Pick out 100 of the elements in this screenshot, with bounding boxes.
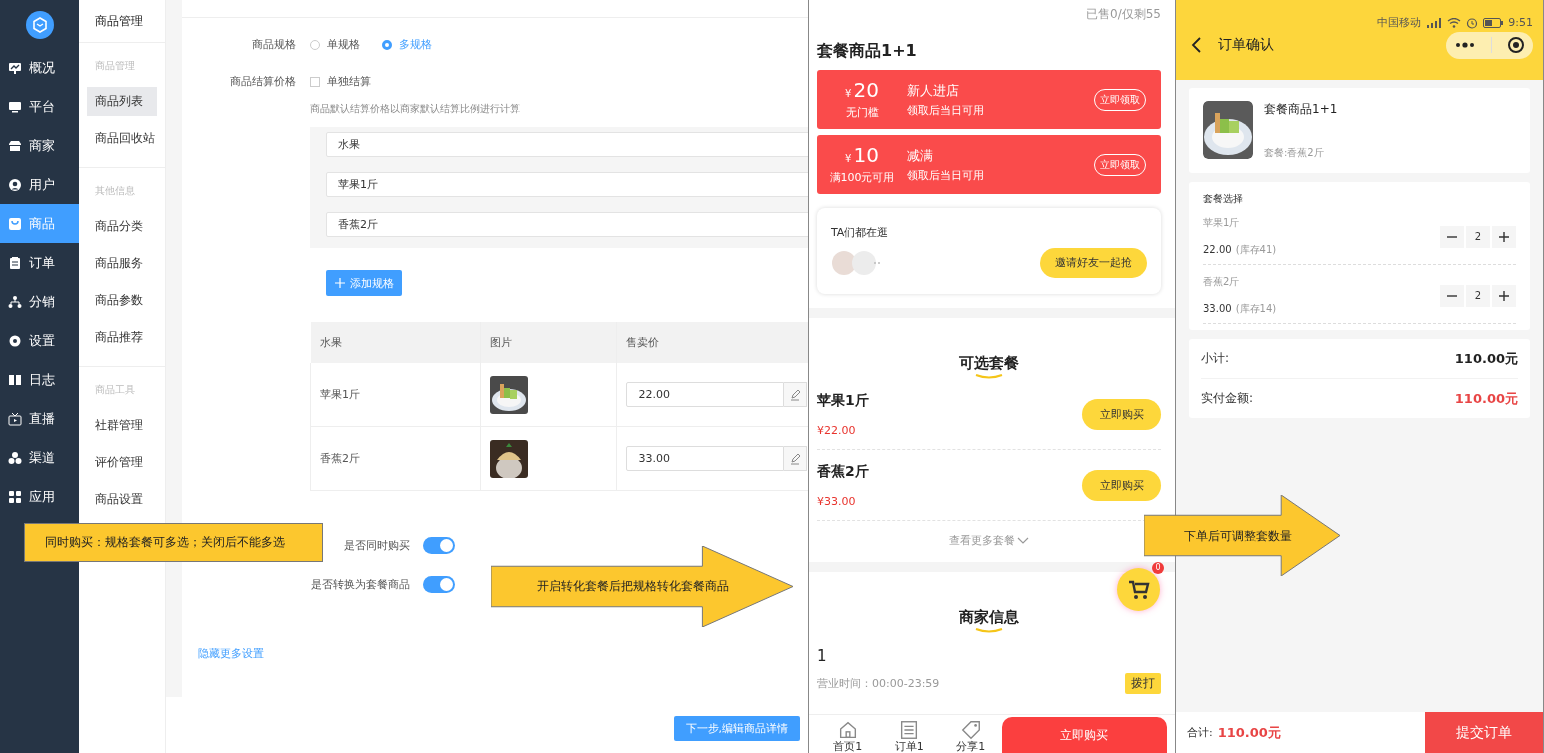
callout-note: 同时购买：规格套餐可多选；关闭后不能多选	[24, 523, 323, 562]
plus-icon	[1499, 290, 1509, 301]
plus-icon	[1499, 231, 1509, 242]
item-name: 香蕉2斤	[1203, 275, 1241, 289]
chart-icon	[8, 60, 22, 75]
tab-item[interactable]: 订单1	[878, 719, 941, 753]
browsing-title: TA们都在逛	[831, 224, 890, 240]
edit-button[interactable]	[783, 446, 807, 471]
column-header: 图片	[489, 336, 512, 349]
invite-button[interactable]: 邀请好友一起抢	[1040, 247, 1147, 278]
call-button[interactable]: 拨打	[1125, 673, 1161, 694]
settings-icon	[8, 333, 22, 348]
signal-icon	[1426, 17, 1443, 28]
clipboard-icon	[8, 255, 22, 270]
product-name: 套餐商品1+1	[1264, 101, 1338, 118]
plus-button[interactable]	[1492, 284, 1516, 307]
tag-icon	[959, 719, 982, 741]
coupon-amount: ¥20	[845, 79, 879, 104]
summary-label: 实付金额:	[1201, 390, 1254, 407]
spec-input[interactable]: 水果	[326, 132, 808, 157]
underline-mark	[974, 627, 1004, 633]
coupon-note: 领取后当日可用	[907, 167, 985, 183]
chevron-down-icon	[1017, 536, 1029, 545]
subnav-item[interactable]: 商品设置	[87, 485, 157, 514]
checkbox[interactable]: 单独结算	[310, 74, 371, 89]
minus-button[interactable]	[1440, 284, 1464, 307]
summary-label: 小计:	[1201, 350, 1230, 367]
sidebar-item[interactable]: 应用	[0, 477, 79, 516]
section-title: 商家信息	[959, 608, 1019, 627]
subnav-item[interactable]: 商品回收站	[87, 124, 157, 153]
sidebar-item[interactable]: 平台	[0, 87, 79, 126]
merchant-name: 1	[817, 647, 828, 665]
subnav-item[interactable]: 商品列表	[87, 87, 157, 116]
package-name: 苹果1斤	[817, 391, 869, 410]
sold-count: 已售0/仅剩55	[1086, 6, 1161, 23]
subnav-item[interactable]: 商品参数	[87, 286, 157, 315]
sidebar-item[interactable]: 商家	[0, 126, 79, 165]
table-cell: 苹果1斤	[320, 388, 360, 401]
spec-input[interactable]: 香蕉2斤	[326, 212, 808, 237]
more-icon[interactable]	[1453, 41, 1476, 49]
toggle-switch[interactable]	[423, 576, 455, 593]
sidebar-item[interactable]: 概况	[0, 48, 79, 87]
minus-button[interactable]	[1440, 225, 1464, 248]
section-title: 可选套餐	[959, 354, 1019, 373]
package-name: 香蕉2斤	[817, 462, 869, 481]
toggle-label: 是否同时购买	[344, 538, 410, 553]
business-hours: 营业时间：00:00-23:59	[817, 676, 940, 691]
table-cell: 香蕉2斤	[320, 452, 360, 465]
quantity-value: 2	[1466, 284, 1490, 307]
underline-mark	[974, 373, 1004, 379]
subnav-item[interactable]: 评价管理	[87, 448, 157, 477]
radio-option[interactable]: 单规格	[310, 37, 360, 52]
callout-text: 开启转化套餐后把规格转化套餐商品	[537, 578, 729, 595]
column-header: 售卖价	[625, 336, 659, 349]
package-price: ¥33.00	[817, 494, 857, 508]
price-input[interactable]: 22.00	[625, 382, 784, 407]
item-price: 33.00	[1203, 303, 1232, 314]
buy-now-button[interactable]: 立即购买	[1082, 398, 1161, 430]
edit-icon	[788, 388, 801, 401]
plus-icon	[334, 278, 345, 288]
network-icon	[8, 294, 22, 309]
sidebar-item[interactable]: 渠道	[0, 438, 79, 477]
tv-icon	[8, 411, 22, 426]
price-input[interactable]: 33.00	[625, 446, 784, 471]
page-title: 订单确认	[1218, 36, 1274, 54]
subnav-item[interactable]: 社群管理	[87, 411, 157, 440]
cart-icon	[1127, 579, 1150, 600]
clock-time: 9:51	[1508, 16, 1533, 29]
stock-count: (库存41)	[1235, 244, 1277, 255]
coupon-note: 领取后当日可用	[907, 102, 985, 118]
cart-button[interactable]	[1117, 568, 1160, 611]
sidebar-item[interactable]: 用户	[0, 165, 79, 204]
back-icon[interactable]	[1191, 37, 1203, 53]
sidebar-item[interactable]: 日志	[0, 360, 79, 399]
submit-order-button[interactable]: 提交订单	[1425, 712, 1543, 753]
total-amount: 110.00元	[1217, 723, 1281, 742]
edit-button[interactable]	[783, 382, 807, 407]
subnav-item[interactable]: 商品服务	[87, 249, 157, 278]
callout-text: 下单后可调整套数量	[1184, 528, 1292, 545]
sidebar-item[interactable]: 订单	[0, 243, 79, 282]
group-heading: 其他信息	[94, 184, 136, 198]
plus-button[interactable]	[1492, 225, 1516, 248]
logo-icon	[25, 11, 54, 39]
bag-icon	[8, 216, 22, 231]
tab-item[interactable]: 分享1	[940, 719, 1002, 753]
item-name: 苹果1斤	[1203, 216, 1241, 230]
section-title: 套餐选择	[1203, 192, 1244, 206]
toggle-switch[interactable]	[423, 537, 455, 554]
buy-now-button[interactable]: 立即购买	[1001, 717, 1167, 753]
spec-input[interactable]: 苹果1斤	[326, 172, 808, 197]
toggle-label: 是否转换为套餐商品	[311, 577, 410, 592]
buy-now-button[interactable]: 立即购买	[1082, 469, 1161, 501]
sidebar-item[interactable]: 分销	[0, 282, 79, 321]
user-icon	[8, 177, 22, 192]
subnav-item[interactable]: 商品推荐	[87, 323, 157, 352]
sidebar-item[interactable]: 直播	[0, 399, 79, 438]
sidebar-item[interactable]: 设置	[0, 321, 79, 360]
tab-item[interactable]: 首页1	[817, 719, 879, 753]
subnav-item[interactable]: 商品分类	[87, 212, 157, 241]
summary-value: 110.00元	[1454, 389, 1518, 408]
